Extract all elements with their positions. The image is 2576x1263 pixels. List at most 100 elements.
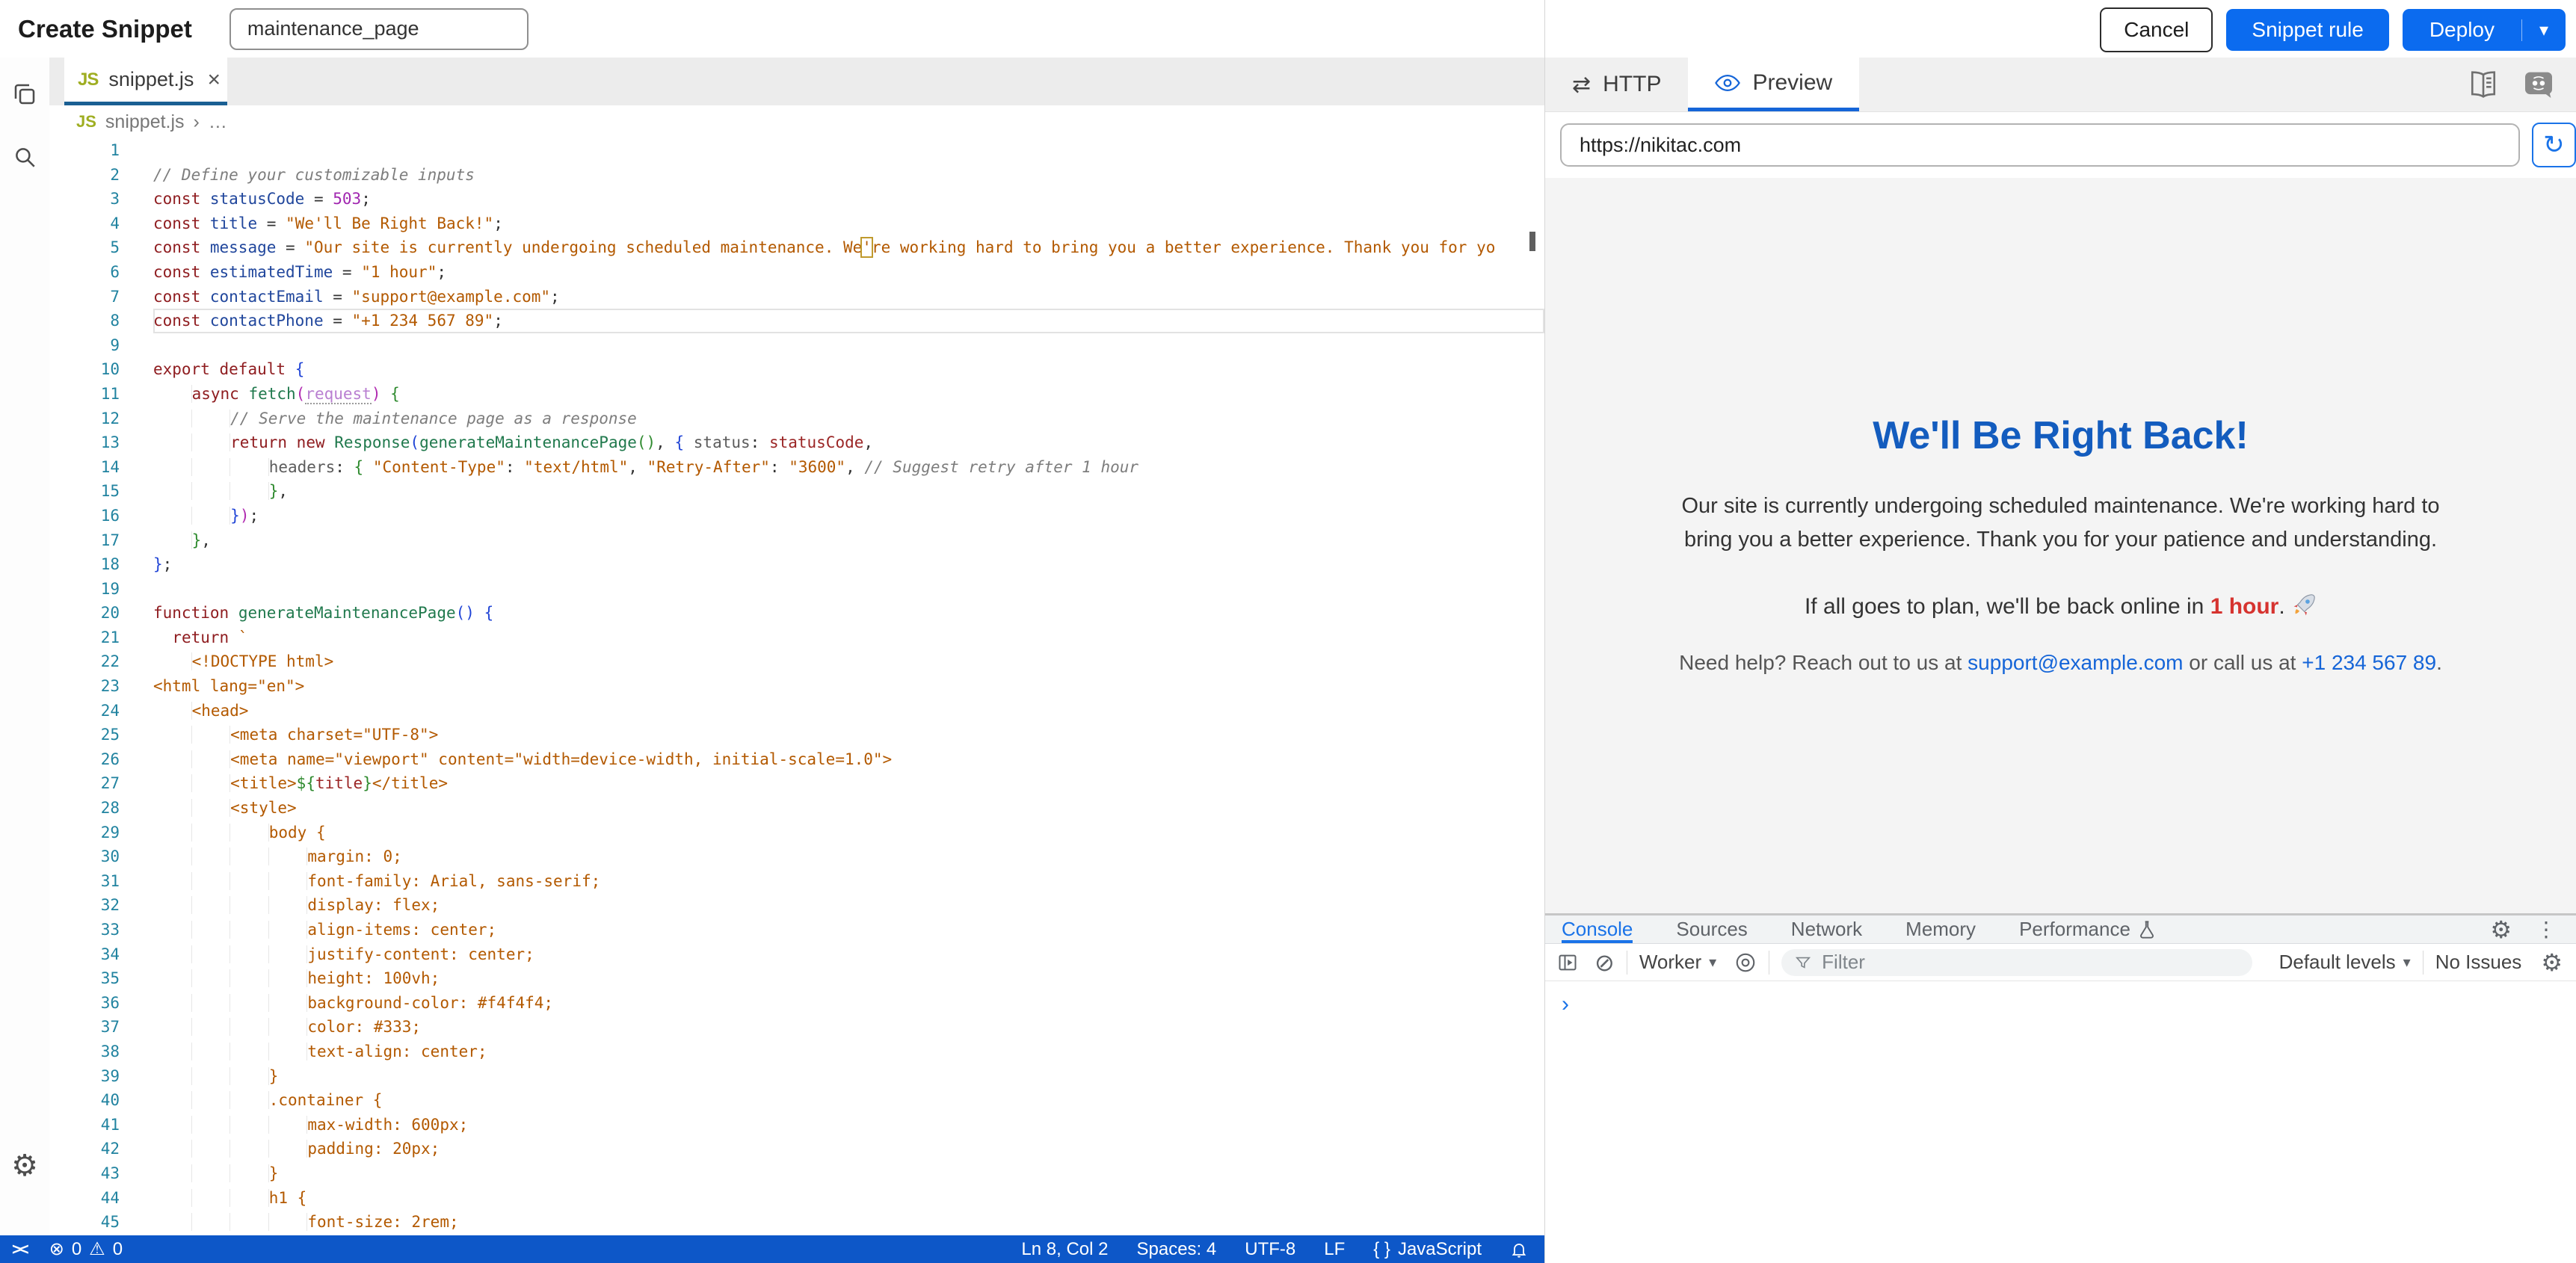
code-line-14[interactable]: 14 headers: { "Content-Type": "text/html… bbox=[49, 455, 1544, 480]
code-line-19[interactable]: 19 bbox=[49, 577, 1544, 602]
code-line-24[interactable]: 24 <head> bbox=[49, 699, 1544, 723]
docs-book-icon[interactable] bbox=[2468, 71, 2498, 98]
remote-indicator-icon[interactable]: >< bbox=[12, 1240, 27, 1259]
code-line-30[interactable]: 30 margin: 0; bbox=[49, 844, 1544, 869]
devtools-tab-memory[interactable]: Memory bbox=[1905, 915, 1976, 943]
code-line-9[interactable]: 9 bbox=[49, 333, 1544, 358]
tab-snippet-js[interactable]: JS snippet.js × bbox=[64, 58, 227, 105]
refresh-button[interactable]: ↻ bbox=[2532, 123, 2576, 167]
encoding-setting[interactable]: UTF-8 bbox=[1245, 1239, 1295, 1260]
snippet-rule-button[interactable]: Snippet rule bbox=[2226, 9, 2388, 51]
code-line-26[interactable]: 26 <meta name="viewport" content="width=… bbox=[49, 747, 1544, 772]
devtools-tab-performance[interactable]: Performance bbox=[2019, 915, 2156, 943]
code-line-44[interactable]: 44 h1 { bbox=[49, 1186, 1544, 1211]
editor-scrollbar-marker[interactable] bbox=[1529, 232, 1535, 251]
discord-icon[interactable] bbox=[2524, 71, 2554, 98]
settings-gear-icon[interactable]: ⚙ bbox=[9, 1150, 40, 1182]
code-line-38[interactable]: 38 text-align: center; bbox=[49, 1040, 1544, 1064]
search-icon[interactable] bbox=[9, 141, 40, 173]
cursor-position[interactable]: Ln 8, Col 2 bbox=[1021, 1239, 1108, 1260]
line-number: 29 bbox=[49, 821, 120, 845]
code-line-27[interactable]: 27 <title>${title}</title> bbox=[49, 771, 1544, 796]
code-line-3[interactable]: 3const statusCode = 503; bbox=[49, 187, 1544, 211]
language-mode[interactable]: { } JavaScript bbox=[1373, 1239, 1482, 1260]
code-line-34[interactable]: 34 justify-content: center; bbox=[49, 942, 1544, 967]
code-line-37[interactable]: 37 color: #333; bbox=[49, 1015, 1544, 1040]
code-line-15[interactable]: 15 }, bbox=[49, 479, 1544, 504]
console-filter-input[interactable]: Filter bbox=[1781, 949, 2252, 976]
code-line-10[interactable]: 10export default { bbox=[49, 357, 1544, 382]
breadcrumb-file[interactable]: snippet.js bbox=[105, 111, 185, 133]
issues-counter[interactable]: No Issues bbox=[2435, 951, 2522, 974]
code-line-20[interactable]: 20function generateMaintenancePage() { bbox=[49, 601, 1544, 626]
code-line-16[interactable]: 16 }); bbox=[49, 504, 1544, 528]
toolbar-divider bbox=[2423, 951, 2424, 975]
code-line-43[interactable]: 43 } bbox=[49, 1161, 1544, 1186]
code-line-29[interactable]: 29 body { bbox=[49, 821, 1544, 845]
code-line-39[interactable]: 39 } bbox=[49, 1064, 1544, 1089]
devtools-tab-console[interactable]: Console bbox=[1562, 915, 1633, 943]
code-line-1[interactable]: 1 bbox=[49, 138, 1544, 163]
console-sidebar-toggle-icon[interactable] bbox=[1557, 952, 1578, 973]
code-editor[interactable]: 12// Define your customizable inputs3con… bbox=[49, 138, 1544, 1235]
code-line-8[interactable]: 8const contactPhone = "+1 234 567 89"; bbox=[49, 309, 1544, 333]
code-line-40[interactable]: 40 .container { bbox=[49, 1088, 1544, 1113]
phone-link[interactable]: +1 234 567 89 bbox=[2302, 651, 2436, 674]
devtools-settings-gear-icon[interactable]: ⚙ bbox=[2490, 915, 2512, 944]
notifications-bell-icon[interactable] bbox=[1510, 1241, 1528, 1259]
console-output[interactable]: › bbox=[1545, 981, 2576, 1017]
files-copy-icon[interactable] bbox=[9, 78, 40, 110]
code-line-13[interactable]: 13 return new Response(generateMaintenan… bbox=[49, 430, 1544, 455]
code-line-32[interactable]: 32 display: flex; bbox=[49, 893, 1544, 918]
code-line-11[interactable]: 11 async fetch(request) { bbox=[49, 382, 1544, 407]
support-email-link[interactable]: support@example.com bbox=[1968, 651, 2183, 674]
preview-url-input[interactable] bbox=[1560, 123, 2520, 167]
code-line-25[interactable]: 25 <meta charset="UTF-8"> bbox=[49, 723, 1544, 747]
code-line-17[interactable]: 17 }, bbox=[49, 528, 1544, 553]
line-number: 32 bbox=[49, 893, 120, 918]
indentation-setting[interactable]: Spaces: 4 bbox=[1137, 1239, 1217, 1260]
code-line-35[interactable]: 35 height: 100vh; bbox=[49, 966, 1544, 991]
code-line-23[interactable]: 23<html lang="en"> bbox=[49, 674, 1544, 699]
code-line-33[interactable]: 33 align-items: center; bbox=[49, 918, 1544, 942]
console-settings-gear-icon[interactable]: ⚙ bbox=[2541, 948, 2563, 977]
code-line-22[interactable]: 22 <!DOCTYPE html> bbox=[49, 649, 1544, 674]
tab-preview[interactable]: Preview bbox=[1688, 58, 1859, 111]
devtools-tab-sources[interactable]: Sources bbox=[1676, 915, 1747, 943]
clear-console-icon[interactable]: ⊘ bbox=[1594, 948, 1615, 977]
code-line-45[interactable]: 45 font-size: 2rem; bbox=[49, 1210, 1544, 1235]
deploy-dropdown-caret-icon[interactable]: ▾ bbox=[2521, 19, 2566, 41]
cancel-button[interactable]: Cancel bbox=[2100, 7, 2213, 52]
code-line-12[interactable]: 12 // Serve the maintenance page as a re… bbox=[49, 407, 1544, 431]
devtools-more-icon[interactable]: ⋮ bbox=[2536, 917, 2557, 942]
code-line-2[interactable]: 2// Define your customizable inputs bbox=[49, 163, 1544, 188]
code-line-21[interactable]: 21 return ` bbox=[49, 626, 1544, 650]
code-line-6[interactable]: 6const estimatedTime = "1 hour"; bbox=[49, 260, 1544, 285]
code-line-28[interactable]: 28 <style> bbox=[49, 796, 1544, 821]
line-number: 33 bbox=[49, 918, 120, 942]
tab-close-icon[interactable]: × bbox=[207, 67, 221, 93]
log-levels-selector[interactable]: Default levels▾ bbox=[2279, 951, 2411, 974]
code-line-4[interactable]: 4const title = "We'll Be Right Back!"; bbox=[49, 211, 1544, 236]
breadcrumb-more[interactable]: … bbox=[209, 111, 227, 133]
context-selector[interactable]: Worker▾ bbox=[1639, 951, 1716, 974]
code-line-31[interactable]: 31 font-family: Arial, sans-serif; bbox=[49, 869, 1544, 894]
devtools-tab-network[interactable]: Network bbox=[1791, 915, 1862, 943]
snippet-name-input[interactable] bbox=[229, 8, 529, 50]
tab-http[interactable]: ⇄ HTTP bbox=[1545, 58, 1688, 111]
line-number: 7 bbox=[49, 285, 120, 309]
code-line-18[interactable]: 18}; bbox=[49, 552, 1544, 577]
breadcrumb[interactable]: JS snippet.js › … bbox=[49, 105, 1544, 138]
live-expression-eye-icon[interactable] bbox=[1734, 951, 1757, 974]
code-line-7[interactable]: 7const contactEmail = "support@example.c… bbox=[49, 285, 1544, 309]
eol-setting[interactable]: LF bbox=[1324, 1239, 1345, 1260]
header-actions: Cancel Snippet rule Deploy ▾ bbox=[2100, 7, 2566, 52]
problems-status[interactable]: ⊗ 0 ⚠ 0 bbox=[49, 1238, 123, 1260]
deploy-button[interactable]: Deploy bbox=[2403, 18, 2521, 42]
code-line-42[interactable]: 42 padding: 20px; bbox=[49, 1137, 1544, 1161]
code-line-41[interactable]: 41 max-width: 600px; bbox=[49, 1113, 1544, 1137]
line-number: 6 bbox=[49, 260, 120, 285]
code-line-36[interactable]: 36 background-color: #f4f4f4; bbox=[49, 991, 1544, 1016]
line-number: 10 bbox=[49, 357, 120, 382]
code-line-5[interactable]: 5const message = "Our site is currently … bbox=[49, 235, 1544, 260]
